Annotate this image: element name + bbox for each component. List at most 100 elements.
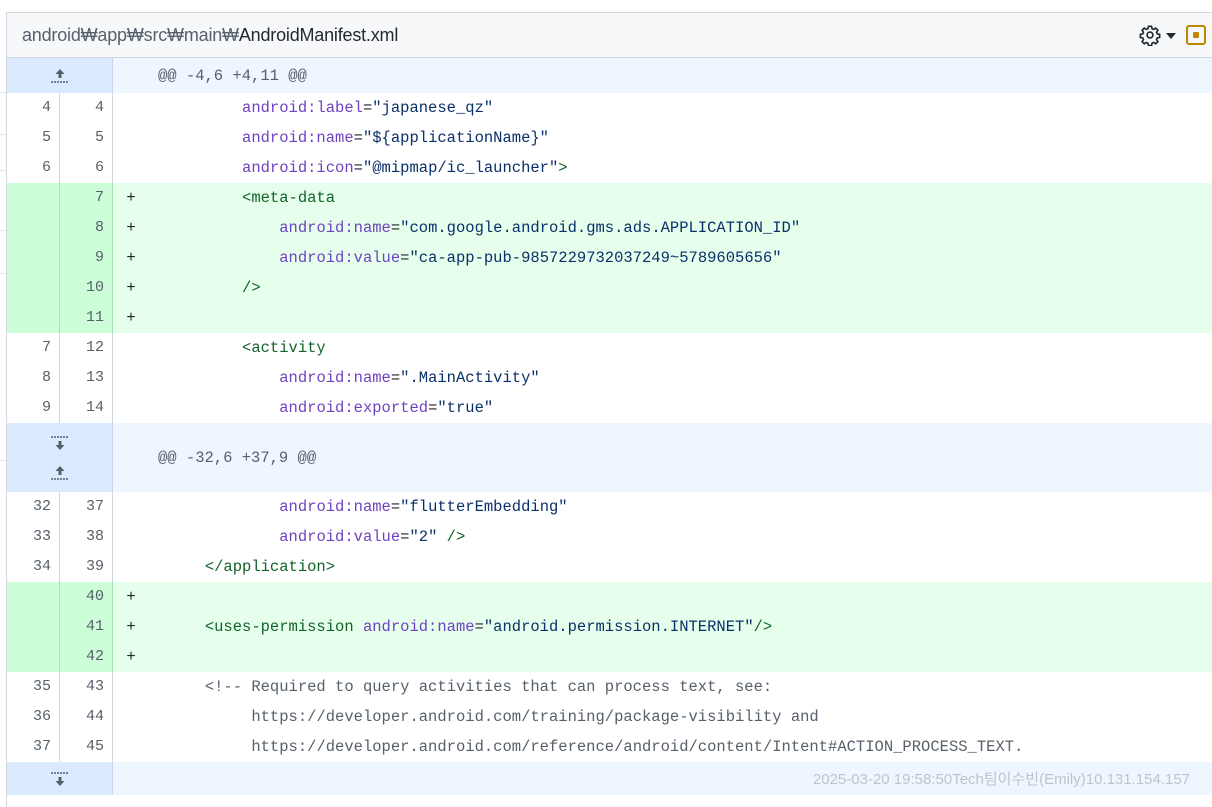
code-content (149, 582, 1212, 612)
code-content (149, 303, 1212, 333)
new-line-number[interactable]: 13 (60, 363, 113, 393)
new-line-number[interactable]: 44 (60, 702, 113, 732)
expand-down-icon[interactable] (7, 428, 113, 458)
new-line-number[interactable]: 39 (60, 552, 113, 582)
file-name: AndroidManifest.xml (238, 24, 399, 45)
code-content: android:name="com.google.android.gms.ads… (279, 219, 801, 237)
new-line-number[interactable]: 11 (60, 303, 113, 333)
file-path[interactable]: android₩app₩src₩main₩AndroidManifest.xml (22, 25, 398, 46)
hunk-header: @@ -4,6 +4,11 @@ (7, 58, 1212, 93)
diff-line: 4 4 android:label="japanese_qz" (7, 93, 1212, 123)
old-line-number[interactable] (7, 612, 60, 642)
old-line-number[interactable]: 9 (7, 393, 60, 423)
old-line-number[interactable]: 33 (7, 522, 60, 552)
new-line-number[interactable]: 4 (60, 93, 113, 123)
diff-sign: + (126, 648, 136, 666)
expand-down-control (7, 762, 113, 795)
new-line-number[interactable]: 7 (60, 183, 113, 213)
diff-sign (113, 393, 149, 423)
code-content: https://developer.android.com/training/p… (251, 708, 819, 726)
diff-sign (113, 492, 149, 522)
added-line: 7 + <meta-data (7, 183, 1212, 213)
new-line-number[interactable]: 42 (60, 642, 113, 672)
diff-sign (113, 153, 149, 183)
added-line: 10 + /> (7, 273, 1212, 303)
added-line: 9 + android:value="ca-app-pub-9857229732… (7, 243, 1212, 273)
file-actions (1137, 22, 1206, 48)
top-strip (0, 0, 1212, 12)
new-line-number[interactable]: 45 (60, 732, 113, 762)
diff-line: 37 45 https://developer.android.com/refe… (7, 732, 1212, 762)
expand-up-icon[interactable] (7, 61, 113, 91)
new-line-number[interactable]: 43 (60, 672, 113, 702)
diff-line: 36 44 https://developer.android.com/trai… (7, 702, 1212, 732)
new-line-number[interactable]: 37 (60, 492, 113, 522)
new-line-number[interactable]: 12 (60, 333, 113, 363)
gear-icon[interactable] (1137, 22, 1163, 48)
diff-line: 8 13 android:name=".MainActivity" (7, 363, 1212, 393)
old-line-number[interactable]: 4 (7, 93, 60, 123)
old-line-number[interactable]: 5 (7, 123, 60, 153)
code-content: https://developer.android.com/reference/… (251, 738, 1024, 756)
old-line-number[interactable]: 37 (7, 732, 60, 762)
old-line-number[interactable]: 8 (7, 363, 60, 393)
diff-sign: + (126, 309, 136, 327)
hunk-header-text: @@ -32,6 +37,9 @@ (113, 423, 1212, 492)
watermark-text: 2025-03-20 19:58:50Tech팀이수빈(Emily)10.131… (113, 762, 1212, 795)
old-line-number[interactable]: 6 (7, 153, 60, 183)
code-content: android:name="flutterEmbedding" (279, 498, 568, 516)
old-line-number[interactable] (7, 213, 60, 243)
old-line-number[interactable]: 7 (7, 333, 60, 363)
diff-line: 6 6 android:icon="@mipmap/ic_launcher"> (7, 153, 1212, 183)
diff-sign (113, 672, 149, 702)
new-line-number[interactable]: 41 (60, 612, 113, 642)
new-line-number[interactable]: 10 (60, 273, 113, 303)
old-line-number[interactable] (7, 303, 60, 333)
diff-sign: + (126, 219, 136, 237)
diff-line: 32 37 android:name="flutterEmbedding" (7, 492, 1212, 522)
new-line-number[interactable]: 9 (60, 243, 113, 273)
old-line-number[interactable]: 36 (7, 702, 60, 732)
expand-both-control (7, 423, 113, 492)
expand-up-icon[interactable] (7, 458, 113, 488)
file-header: android₩app₩src₩main₩AndroidManifest.xml (7, 13, 1212, 58)
new-line-number[interactable]: 40 (60, 582, 113, 612)
expand-up-control (7, 58, 113, 93)
diff-line: 9 14 android:exported="true" (7, 393, 1212, 423)
code-content: android:name="${applicationName}" (242, 129, 549, 147)
new-line-number[interactable]: 14 (60, 393, 113, 423)
diff-sign (113, 333, 149, 363)
old-line-number[interactable]: 34 (7, 552, 60, 582)
file-view-icon[interactable] (1186, 25, 1206, 45)
old-line-number[interactable] (7, 243, 60, 273)
diff-line: 33 38 android:value="2" /> (7, 522, 1212, 552)
old-line-number[interactable] (7, 183, 60, 213)
diff-sign (113, 732, 149, 762)
caret-down-icon[interactable] (1166, 33, 1176, 39)
new-line-number[interactable]: 8 (60, 213, 113, 243)
hunk-footer: 2025-03-20 19:58:50Tech팀이수빈(Emily)10.131… (7, 762, 1212, 795)
code-content: <!-- Required to query activities that c… (204, 678, 773, 696)
diff-sign: + (126, 249, 136, 267)
code-content: android:value="ca-app-pub-98572297320372… (279, 249, 782, 267)
diff-sign (113, 552, 149, 582)
code-content: android:value="2" /> (279, 528, 466, 546)
diff-sign (113, 702, 149, 732)
diff-sign: + (126, 618, 136, 636)
diff-sign (113, 93, 149, 123)
old-line-number[interactable] (7, 273, 60, 303)
old-line-number[interactable]: 32 (7, 492, 60, 522)
new-line-number[interactable]: 38 (60, 522, 113, 552)
old-line-number[interactable] (7, 582, 60, 612)
old-line-number[interactable]: 35 (7, 672, 60, 702)
code-content: android:icon="@mipmap/ic_launcher"> (242, 159, 568, 177)
hunk-header: @@ -32,6 +37,9 @@ (7, 423, 1212, 492)
expand-down-icon[interactable] (7, 764, 113, 794)
added-line: 42 + (7, 642, 1212, 672)
diff-sign: + (126, 279, 136, 297)
new-line-number[interactable]: 5 (60, 123, 113, 153)
code-content: <meta-data (242, 189, 336, 207)
new-line-number[interactable]: 6 (60, 153, 113, 183)
old-line-number[interactable] (7, 642, 60, 672)
added-line: 11 + (7, 303, 1212, 333)
